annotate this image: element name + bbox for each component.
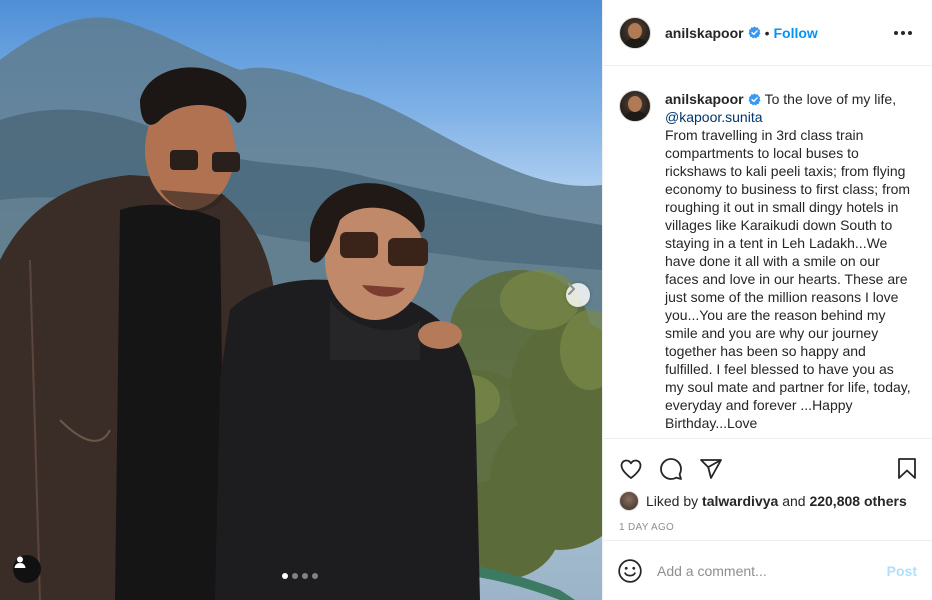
like-button[interactable] [617,455,645,483]
likes-prefix: Liked by [646,493,699,509]
verified-badge-icon [748,93,761,106]
liker-username[interactable]: talwardivya [702,493,778,509]
carousel-indicators [282,573,318,579]
emoji-icon[interactable] [617,558,643,584]
more-options-icon [894,30,898,35]
caption: anilskapoor To the love of my life, @kap… [619,90,916,438]
post-comment-button[interactable]: Post [887,563,917,579]
chevron-right-icon [568,283,575,295]
post-actions: Liked by talwardivya and 220,808 others … [603,438,932,533]
header-username[interactable]: anilskapoor [665,25,744,41]
separator-dot: • [764,24,770,41]
comment-icon [660,458,682,480]
user-tag-icon [14,556,26,568]
more-options-button[interactable] [890,27,916,39]
follow-button[interactable]: Follow [774,25,818,41]
caption-body: From travelling in 3rd class train compa… [665,127,911,431]
heart-icon [620,459,642,479]
photo-scene [0,17,602,600]
comment-composer: Post [603,540,932,600]
caption-text: anilskapoor To the love of my life, @kap… [665,90,915,438]
comment-button[interactable] [657,455,685,483]
likes-count[interactable]: 220,808 others [809,493,906,509]
paper-plane-icon [700,459,722,479]
likes-conjunction: and [782,493,806,509]
avatar[interactable] [619,16,651,49]
carousel-dot [312,573,318,579]
carousel-dot [292,573,298,579]
caption-username[interactable]: anilskapoor [665,91,744,107]
post-timestamp[interactable]: 1 DAY AGO [603,522,932,533]
post-details-panel: anilskapoor • Follow anilskapoor To the … [602,0,932,600]
likes-summary: Liked by talwardivya and 220,808 others [603,489,932,513]
action-icons [603,439,932,489]
caption-scroll-area[interactable]: anilskapoor To the love of my life, @kap… [603,66,932,438]
bookmark-icon [898,458,916,479]
mention-link[interactable]: @kapoor.sunita [665,109,763,125]
avatar[interactable] [619,90,651,122]
verified-badge-icon [748,26,761,39]
next-slide-button[interactable] [566,283,590,307]
carousel-dot [302,573,308,579]
comment-input[interactable] [657,562,887,579]
post-header: anilskapoor • Follow [603,0,932,66]
save-button[interactable] [893,455,921,483]
tagged-users-button[interactable] [13,555,41,583]
liker-avatar[interactable] [619,491,639,511]
caption-intro: To the love of my life, [764,91,897,107]
share-button[interactable] [697,455,725,483]
post-photo[interactable] [0,0,602,600]
carousel-dot [282,573,288,579]
